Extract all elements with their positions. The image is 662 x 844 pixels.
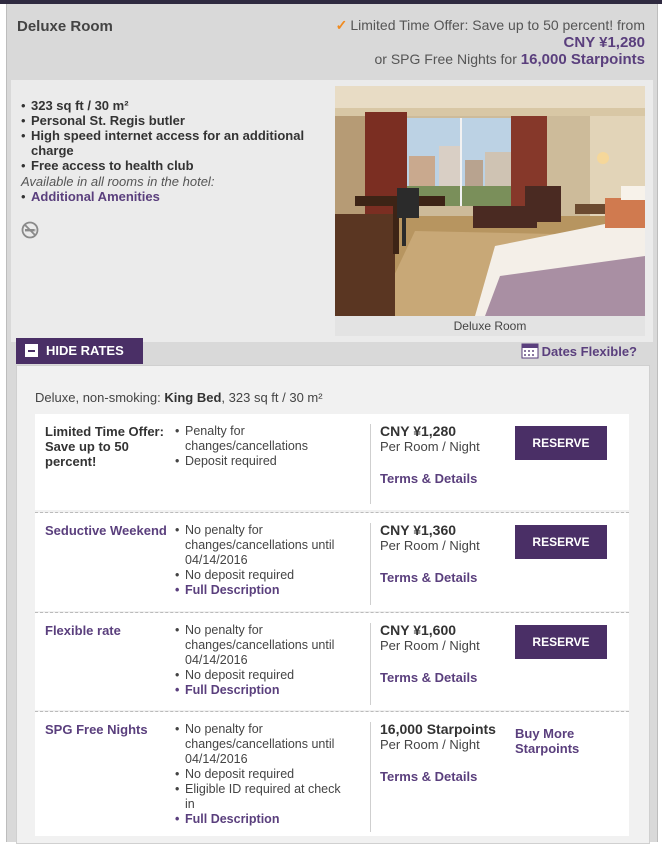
photo-caption: Deluxe Room	[335, 316, 645, 336]
terms-details-link[interactable]: Terms & Details	[380, 570, 515, 585]
full-description-link[interactable]: Full Description	[175, 683, 353, 698]
rates-panel: Deluxe, non-smoking: King Bed, 323 sq ft…	[16, 365, 650, 844]
rates-header: Deluxe, non-smoking: King Bed, 323 sq ft…	[35, 390, 323, 405]
rate-name[interactable]: Flexible rate	[45, 623, 175, 638]
feature-item: Personal St. Regis butler	[21, 113, 321, 128]
reserve-button[interactable]: RESERVE	[515, 625, 607, 659]
per-room-night: Per Room / Night	[380, 737, 480, 752]
column-divider	[370, 623, 371, 705]
room-photo	[335, 86, 645, 316]
per-room-night: Per Room / Night	[380, 538, 480, 553]
minus-icon	[25, 344, 38, 357]
feature-list: 323 sq ft / 30 m² Personal St. Regis but…	[21, 98, 321, 204]
rate-policies: Penalty for changes/cancellations Deposi…	[175, 424, 353, 469]
rate-row: Seductive Weekend No penalty for changes…	[35, 513, 629, 611]
checkmark-icon: ✓	[335, 17, 348, 33]
policy-item: No deposit required	[175, 767, 353, 782]
room-details: 323 sq ft / 30 m² Personal St. Regis but…	[11, 80, 653, 342]
reserve-button[interactable]: RESERVE	[515, 426, 607, 460]
reserve-button[interactable]: RESERVE	[515, 525, 607, 559]
bed-type: King Bed	[164, 390, 222, 405]
rate-name: Limited Time Offer: Save up to 50 percen…	[45, 424, 164, 469]
rate-price: CNY ¥1,600	[380, 622, 457, 638]
terms-details-link[interactable]: Terms & Details	[380, 670, 515, 685]
rate-price-block: 16,000 Starpoints Per Room / Night Terms…	[380, 721, 515, 785]
policy-item: Deposit required	[175, 454, 353, 469]
per-room-night: Per Room / Night	[380, 638, 480, 653]
rate-price: CNY ¥1,360	[380, 522, 457, 538]
rate-price: CNY ¥1,280	[380, 423, 457, 439]
hide-rates-label: HIDE RATES	[46, 343, 124, 358]
rate-price-block: CNY ¥1,600 Per Room / Night Terms & Deta…	[380, 622, 515, 686]
rate-policies: No penalty for changes/cancellations unt…	[175, 722, 353, 827]
policy-item: No penalty for changes/cancellations unt…	[175, 523, 353, 568]
terms-details-link[interactable]: Terms & Details	[380, 471, 515, 486]
policy-item: No deposit required	[175, 568, 353, 583]
from-price: CNY ¥1,280	[563, 34, 645, 51]
rate-price-block: CNY ¥1,360 Per Room / Night Terms & Deta…	[380, 522, 515, 586]
feature-item: 323 sq ft / 30 m²	[21, 98, 321, 113]
rate-row: Flexible rate No penalty for changes/can…	[35, 613, 629, 710]
policy-item: Eligible ID required at check in	[175, 782, 353, 812]
rate-row: Limited Time Offer: Save up to 50 percen…	[35, 414, 629, 510]
policy-item: No penalty for changes/cancellations unt…	[175, 722, 353, 767]
feature-item: High speed internet access for an additi…	[21, 128, 321, 158]
rate-policies: No penalty for changes/cancellations unt…	[175, 523, 353, 598]
rate-price-block: CNY ¥1,280 Per Room / Night Terms & Deta…	[380, 423, 515, 487]
dates-flexible-link[interactable]: Dates Flexible?	[521, 342, 637, 359]
spg-points: 16,000 Starpoints	[520, 51, 645, 68]
no-smoking-icon	[21, 221, 39, 239]
rate-row: SPG Free Nights No penalty for changes/c…	[35, 712, 629, 836]
column-divider	[370, 424, 371, 504]
dates-flexible-label: Dates Flexible?	[541, 344, 637, 359]
hide-rates-button[interactable]: HIDE RATES	[16, 338, 143, 364]
room-title: Deluxe Room	[17, 18, 113, 35]
rates-header-prefix: Deluxe, non-smoking:	[35, 390, 161, 405]
amenities-link[interactable]: Additional Amenities	[21, 189, 321, 204]
feature-item: Free access to health club	[21, 158, 321, 173]
rate-policies: No penalty for changes/cancellations unt…	[175, 623, 353, 698]
offer-text: Limited Time Offer: Save up to 50 percen…	[350, 17, 645, 33]
policy-item: No penalty for changes/cancellations unt…	[175, 623, 353, 668]
policy-item: Penalty for changes/cancellations	[175, 424, 353, 454]
rate-name[interactable]: Seductive Weekend	[45, 523, 175, 538]
terms-details-link[interactable]: Terms & Details	[380, 769, 515, 784]
buy-more-starpoints-link[interactable]: Buy More Starpoints	[515, 726, 625, 756]
offer-summary: ✓ Limited Time Offer: Save up to 50 perce…	[336, 17, 645, 68]
available-note: Available in all rooms in the hotel:	[21, 174, 215, 189]
spg-prefix: or SPG Free Nights for	[374, 51, 517, 67]
policy-item: No deposit required	[175, 668, 353, 683]
full-description-link[interactable]: Full Description	[175, 812, 353, 827]
rate-price: 16,000 Starpoints	[380, 721, 496, 737]
full-description-link[interactable]: Full Description	[175, 583, 353, 598]
rate-name[interactable]: SPG Free Nights	[45, 722, 175, 737]
per-room-night: Per Room / Night	[380, 439, 480, 454]
room-card: Deluxe Room ✓ Limited Time Offer: Save up…	[6, 4, 658, 844]
rates-header-suffix: , 323 sq ft / 30 m²	[221, 390, 323, 405]
column-divider	[370, 722, 371, 832]
column-divider	[370, 523, 371, 605]
calendar-icon	[521, 343, 539, 359]
